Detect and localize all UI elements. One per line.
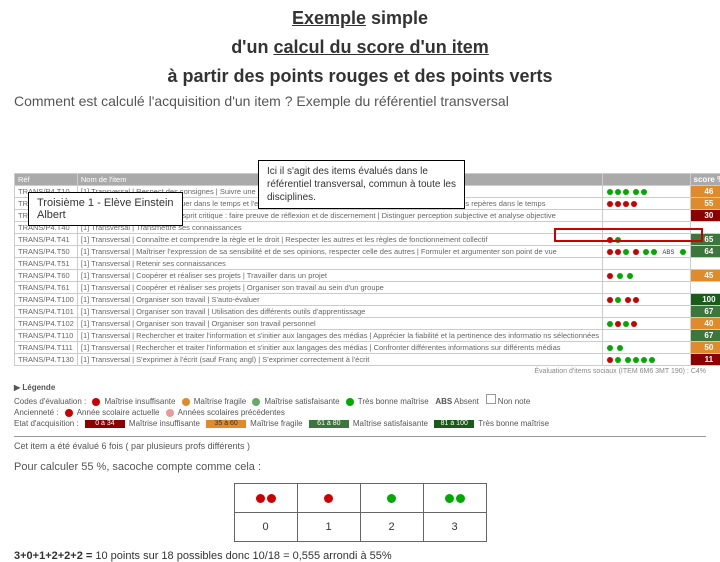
section-subtitle: Comment est calculé l'acquisition d'un i… (14, 93, 720, 109)
calc-intro: Pour calculer 55 %, sacoche compte comme… (14, 461, 706, 473)
table-row: TRANS/P4.T50[1] Transversal | Maîtriser … (15, 246, 720, 258)
context-callout: Ici il s'agit des items évalués dans le … (258, 160, 465, 209)
table-row: TRANS/P4.T130[1] Transversal | S'exprime… (15, 354, 720, 366)
source-line: Évaluation d'items sociaux (ITEM 6M6 3MT… (14, 368, 706, 375)
calc-table: 0 1 2 3 (234, 483, 487, 542)
evaluation-note: Cet item a été évalué 6 fois ( par plusi… (14, 436, 706, 451)
table-row: TRANS/P4.T51[1] Transversal | Retenir se… (15, 258, 720, 270)
title-line3: à partir des points rouges et des points… (0, 66, 720, 87)
table-row: TRANS/P4.T61[1] Transversal | Coopérer e… (15, 282, 720, 294)
formula: 3+0+1+2+2+2 = 10 points sur 18 possibles… (14, 550, 706, 562)
table-row: TRANS/P4.T60[1] Transversal | Coopérer e… (15, 270, 720, 282)
table-row: TRANS/P4.T100[1] Transversal | Organiser… (15, 294, 720, 306)
student-callout: Troisième 1 - Elève Einstein Albert (28, 192, 183, 226)
legend: ▶ Légende Codes d'évaluation : Maîtrise … (14, 383, 706, 428)
table-row: TRANS/P4.T110[1] Transversal | Recherche… (15, 330, 720, 342)
table-row: TRANS/P4.T41[1] Transversal | Connaître … (15, 234, 720, 246)
table-row: TRANS/P4.T111[1] Transversal | Recherche… (15, 342, 720, 354)
title-word-calcul: calcul du score d'un item (273, 37, 488, 57)
table-row: TRANS/P4.T101[1] Transversal | Organiser… (15, 306, 720, 318)
table-row: TRANS/P4.T102[1] Transversal | Organiser… (15, 318, 720, 330)
title-word-exemple: Exemple (292, 8, 366, 28)
